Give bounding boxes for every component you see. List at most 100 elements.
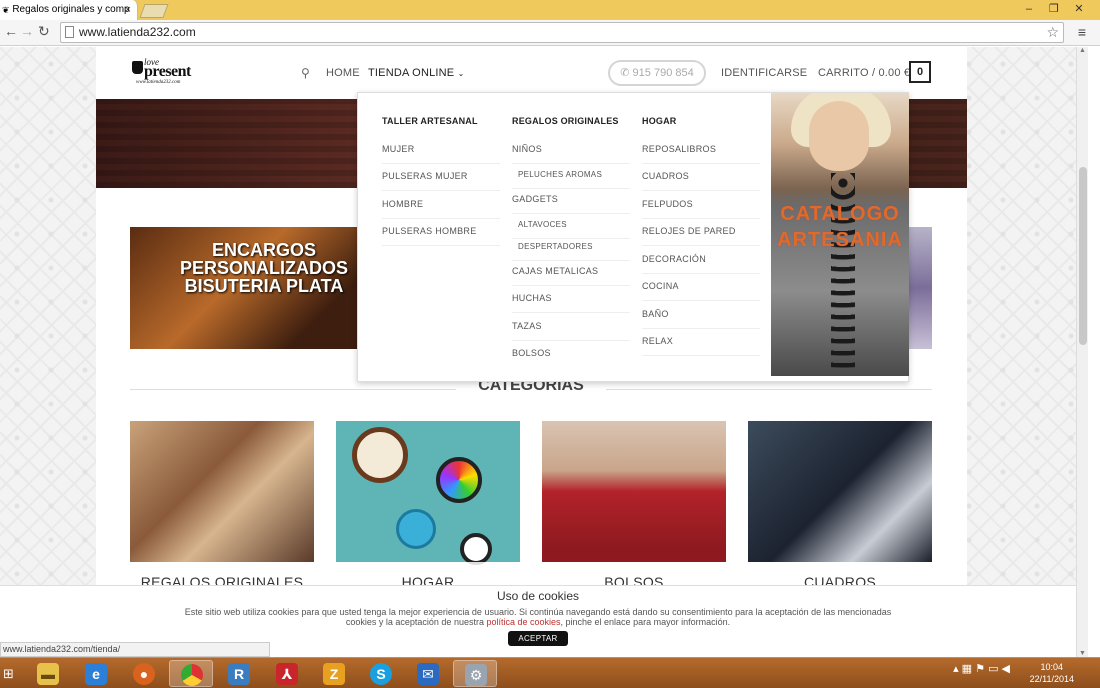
menu-item-relax[interactable]: RELAX	[642, 336, 760, 356]
battery-icon[interactable]: ▭	[988, 663, 998, 675]
new-tab-button[interactable]	[139, 4, 169, 18]
promo-banner-right[interactable]	[908, 227, 932, 349]
taskbar-tool[interactable]: ⚙	[453, 660, 497, 687]
menu-item-bano[interactable]: BAÑO	[642, 309, 760, 329]
forward-arrow-icon[interactable]: →	[20, 23, 34, 39]
reload-icon[interactable]: ↻	[38, 23, 50, 40]
page-viewport: love present www.latienda232.com ⚲ HOME …	[0, 47, 1076, 657]
taskbar-chrome[interactable]	[169, 660, 213, 687]
phone-button[interactable]: ✆ 915 790 854	[608, 60, 706, 86]
nav-cart[interactable]: CARRITO / 0.00 €	[818, 67, 910, 79]
tool-icon: ⚙	[465, 664, 487, 686]
close-window-button[interactable]: ✕	[1068, 2, 1090, 15]
r-app-icon: R	[228, 663, 250, 685]
logo-url: www.latienda232.com	[136, 80, 181, 85]
search-icon[interactable]: ⚲	[301, 66, 310, 80]
page-scrollbar[interactable]: ▲ ▼	[1076, 47, 1088, 657]
scroll-up-icon[interactable]: ▲	[1079, 47, 1086, 54]
category-image-hogar	[336, 421, 520, 565]
accept-cookies-button[interactable]: ACEPTAR	[508, 631, 568, 646]
clock-icon	[352, 427, 408, 483]
menu-item-cocina[interactable]: COCINA	[642, 281, 760, 301]
phone-number: 915 790 854	[632, 67, 694, 79]
chrome-icon	[181, 664, 203, 686]
taskbar-ie[interactable]: e	[74, 660, 118, 687]
category-image-regalos	[130, 421, 314, 562]
windows-taskbar: ⊞ ▬ e ● R ⅄ Z S ✉ ⚙ ▴ ▦ ⚑ ▭ ◀ 10:04 22/1…	[0, 657, 1100, 688]
address-bar[interactable]: www.latienda232.com ☆	[60, 22, 1064, 43]
taskbar-app-r[interactable]: R	[217, 660, 261, 687]
flag-icon[interactable]: ⚑	[975, 663, 985, 675]
catalog-banner-text: CATALOGO ARTESANIA	[777, 203, 903, 251]
scrollbar-thumb[interactable]	[1079, 167, 1087, 345]
cookie-text: Este sitio web utiliza cookies para que …	[178, 607, 898, 627]
cup-icon	[132, 61, 143, 74]
menu-item-relojes[interactable]: RELOJES DE PARED	[642, 226, 760, 246]
nav-identificarse[interactable]: IDENTIFICARSE	[721, 67, 807, 79]
menu-item-tazas[interactable]: TAZAS	[512, 321, 630, 341]
menu-item-cuadros[interactable]: CUADROS	[642, 171, 760, 191]
bookmark-star-icon[interactable]: ☆	[1046, 23, 1059, 42]
menu-item-ninos[interactable]: NIÑOS	[512, 144, 630, 164]
catalog-banner[interactable]: CATALOGO ARTESANIA	[771, 93, 909, 376]
cookie-policy-link[interactable]: política de cookies	[486, 617, 560, 627]
menu-item-huchas[interactable]: HUCHAS	[512, 293, 630, 313]
menu-item-pulseras-mujer[interactable]: PULSERAS MUJER	[382, 171, 500, 191]
menu-item-cajas-metalicas[interactable]: CAJAS METALICAS	[512, 266, 630, 286]
menu-item-bolsos[interactable]: BOLSOS	[512, 348, 630, 367]
clock-time: 10:04	[1040, 662, 1064, 672]
taskbar-clock[interactable]: 10:04 22/11/2014	[1030, 661, 1074, 685]
menu-heading-taller[interactable]: TALLER ARTESANAL	[382, 116, 478, 126]
menu-item-pulseras-hombre[interactable]: PULSERAS HOMBRE	[382, 226, 500, 246]
volume-icon[interactable]: ◀	[1002, 663, 1010, 675]
menu-item-decoracion[interactable]: DECORACIÓN	[642, 254, 760, 274]
back-arrow-icon[interactable]: ←	[4, 23, 18, 39]
menu-item-felpudos[interactable]: FELPUDOS	[642, 199, 760, 219]
menu-heading-hogar[interactable]: HOGAR	[642, 116, 677, 126]
menu-item-hombre[interactable]: HOMBRE	[382, 199, 500, 219]
clock-icon	[396, 509, 436, 549]
scroll-down-icon[interactable]: ▼	[1079, 650, 1086, 657]
taskbar-filezilla[interactable]: Z	[312, 660, 356, 687]
promo-text: ENCARGOS PERSONALIZADOS BISUTERIA PLATA	[179, 240, 348, 296]
taskbar-firefox[interactable]: ●	[122, 660, 166, 687]
tray-arrow-icon[interactable]: ▴	[953, 663, 959, 675]
firefox-icon: ●	[133, 663, 155, 685]
page-icon	[65, 26, 74, 38]
maximize-button[interactable]: ❐	[1043, 2, 1065, 15]
menu-item-peluches[interactable]: PELUCHES AROMAS	[512, 170, 630, 189]
cart-count-badge[interactable]: 0	[909, 61, 931, 83]
nav-tienda-label: TIENDA ONLINE	[368, 67, 455, 79]
category-tile-bolsos[interactable]: BOLSOS	[542, 421, 726, 611]
category-tile-hogar[interactable]: HOGAR	[336, 421, 520, 611]
taskbar-explorer[interactable]: ▬	[26, 660, 70, 687]
category-tile-cuadros[interactable]: CUADROS	[748, 421, 932, 611]
menu-item-altavoces[interactable]: ALTAVOCES	[512, 220, 630, 239]
menu-item-despertadores[interactable]: DESPERTADORES	[512, 242, 630, 261]
menu-item-reposalibros[interactable]: REPOSALIBROS	[642, 144, 760, 164]
nav-tienda-online[interactable]: TIENDA ONLINE ⌄	[368, 67, 465, 79]
folder-icon: ▬	[37, 663, 59, 685]
category-tile-regalos[interactable]: REGALOS ORIGINALES	[130, 421, 314, 611]
chrome-menu-icon[interactable]: ≡	[1078, 24, 1086, 40]
windows-logo-icon: ⊞	[3, 666, 14, 681]
taskbar-acrobat[interactable]: ⅄	[265, 660, 309, 687]
menu-heading-regalos[interactable]: REGALOS ORIGINALES	[512, 116, 619, 126]
menu-item-gadgets[interactable]: GADGETS	[512, 194, 630, 214]
system-tray[interactable]: ▴ ▦ ⚑ ▭ ◀	[953, 662, 1010, 675]
minimize-button[interactable]: –	[1018, 3, 1040, 15]
promo-banner-encargos[interactable]: ENCARGOS PERSONALIZADOS BISUTERIA PLATA	[130, 227, 358, 349]
network-icon[interactable]: ▦	[962, 663, 972, 675]
category-image-cuadros	[748, 421, 932, 562]
cookie-title: Uso de cookies	[496, 589, 580, 603]
browser-toolbar: ← → ↻ www.latienda232.com ☆ ≡	[0, 20, 1100, 46]
favicon-icon: ❦	[2, 5, 10, 15]
browser-tab[interactable]: ❦ Regalos originales y comp ×	[0, 0, 138, 20]
taskbar-outlook[interactable]: ✉	[406, 660, 450, 687]
menu-item-mujer[interactable]: MUJER	[382, 144, 500, 164]
tab-close-icon[interactable]: ×	[125, 0, 131, 20]
nav-home[interactable]: HOME	[326, 67, 360, 79]
category-image-bolsos	[542, 421, 726, 562]
start-button[interactable]: ⊞	[0, 660, 20, 687]
taskbar-skype[interactable]: S	[359, 660, 403, 687]
